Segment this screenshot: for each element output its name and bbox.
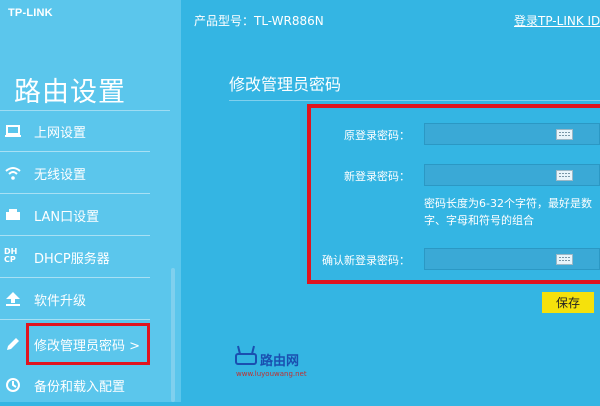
tplink-logo: TP-LINK <box>8 7 53 19</box>
sidebar-item-label: 上网设置 <box>34 126 87 141</box>
laptop-icon <box>4 122 22 140</box>
watermark-url: www.luyouwang.net <box>236 370 307 378</box>
new-password-label: 新登录密码： <box>344 170 410 183</box>
active-highlight-box <box>26 323 150 365</box>
wifi-icon <box>4 164 22 182</box>
sidebar-item-label: 软件升级 <box>34 294 87 309</box>
watermark-name: 路由网 <box>260 354 300 369</box>
upgrade-icon <box>4 290 22 308</box>
title-underline <box>229 100 600 101</box>
sidebar-item-backup[interactable]: 备份和载入配置 <box>0 364 172 406</box>
keyboard-icon[interactable] <box>556 170 573 181</box>
login-link[interactable]: 登录TP-LINK ID <box>514 12 600 29</box>
divider <box>0 319 150 320</box>
confirm-password-label: 确认新登录密码： <box>322 254 410 267</box>
sidebar-item-label: LAN口设置 <box>34 210 100 225</box>
save-button[interactable]: 保存 <box>542 292 594 313</box>
new-password-input[interactable] <box>424 164 600 186</box>
page-title: 修改管理员密码 <box>229 75 342 94</box>
sidebar-item-label: 备份和载入配置 <box>34 380 126 395</box>
keyboard-icon[interactable] <box>556 129 573 140</box>
pencil-icon <box>4 335 22 353</box>
sidebar-title: 路由设置 <box>14 77 126 108</box>
sidebar-item-label: 无线设置 <box>34 168 87 183</box>
old-password-input[interactable] <box>424 123 600 145</box>
dhcp-icon: DH CP <box>4 247 18 264</box>
confirm-password-input[interactable] <box>424 248 600 270</box>
sidebar-item-lan[interactable]: LAN口设置 <box>0 194 172 236</box>
product-model: 产品型号：TL-WR886N <box>194 14 324 28</box>
sidebar: TP-LINK 路由设置 上网设置 无线设置 LAN口设置 DH CP DHCP服… <box>0 0 181 402</box>
sidebar-item-label: DHCP服务器 <box>34 252 110 267</box>
sidebar-item-wireless[interactable]: 无线设置 <box>0 152 172 194</box>
password-hint: 密码长度为6-32个字符，最好是数字、字母和符号的组合 <box>424 197 592 227</box>
sidebar-scrollbar[interactable] <box>171 268 175 402</box>
backup-icon <box>4 376 22 394</box>
sidebar-item-dhcp[interactable]: DH CP DHCP服务器 <box>0 236 172 278</box>
sidebar-item-internet[interactable]: 上网设置 <box>0 110 172 152</box>
old-password-label: 原登录密码： <box>344 129 410 142</box>
sidebar-item-upgrade[interactable]: 软件升级 <box>0 278 172 320</box>
keyboard-icon[interactable] <box>556 254 573 265</box>
lan-icon <box>4 206 22 224</box>
